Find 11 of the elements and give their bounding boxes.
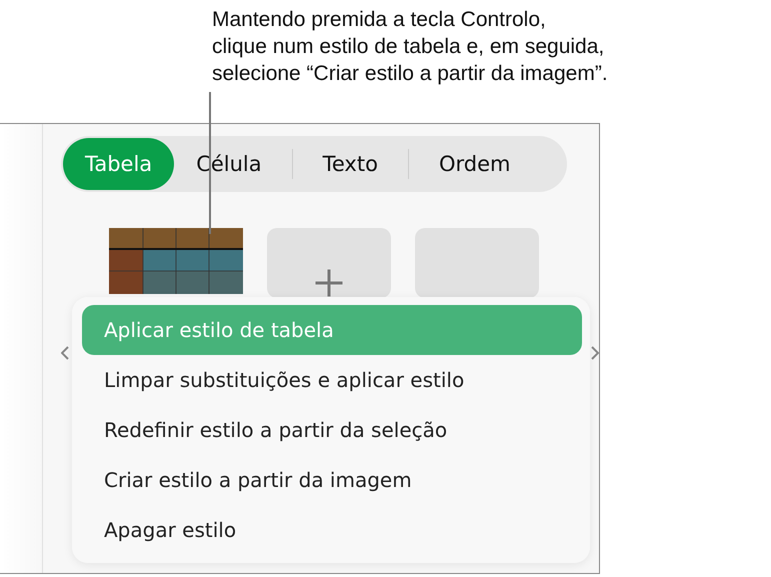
menu-item[interactable]: Redefinir estilo a partir da seleção — [82, 405, 582, 455]
menu-item[interactable]: Limpar substituições e aplicar estilo — [82, 355, 582, 405]
menu-item[interactable]: Apagar estilo — [82, 505, 582, 555]
menu-item[interactable]: Criar estilo a partir da imagem — [82, 455, 582, 505]
chevron-right-icon[interactable] — [591, 346, 599, 360]
callout-text: Mantendo premida a tecla Controlo, clique num estilo de tabela e, em seguida, selecione “Criar estilo a partir da imagem”. — [212, 7, 608, 87]
tab[interactable]: Célula — [174, 138, 284, 190]
chevron-left-icon[interactable] — [61, 346, 69, 360]
table-style-thumbnail[interactable] — [109, 228, 243, 294]
tab[interactable]: Ordem — [416, 138, 532, 190]
tab[interactable]: Texto — [300, 138, 400, 190]
